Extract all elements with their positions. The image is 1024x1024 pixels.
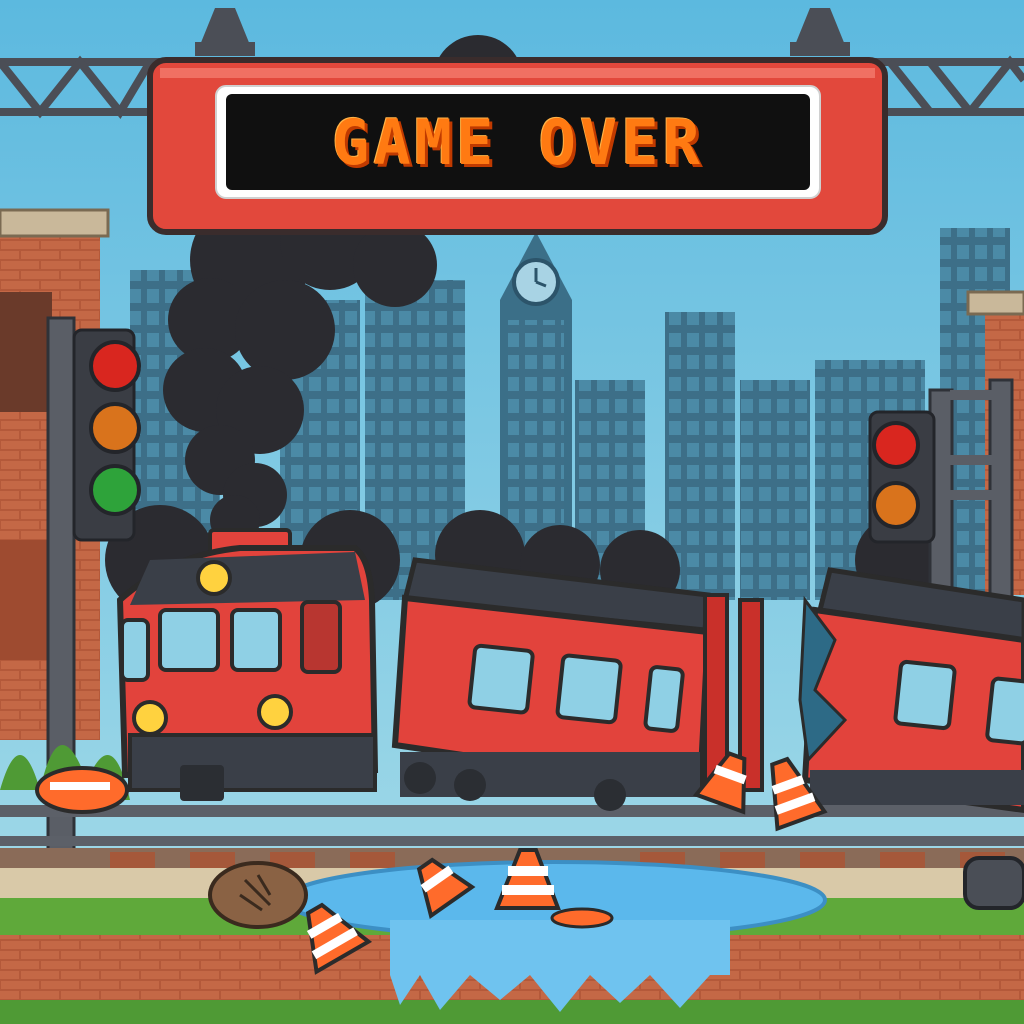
passenger-car-right [798, 567, 1024, 814]
red-light-icon [872, 421, 920, 469]
game-over-title: GAME OVER [332, 105, 704, 179]
traffic-cone-icon [35, 766, 129, 814]
red-light-icon [89, 340, 141, 392]
green-light-icon [89, 464, 141, 516]
passenger-car-middle [391, 557, 764, 811]
amber-light-icon [89, 402, 141, 454]
traffic-cone-icon [550, 907, 614, 929]
locomotive [116, 528, 379, 801]
game-over-scene: GAME OVER [0, 0, 1024, 1024]
amber-light-icon [872, 481, 920, 529]
